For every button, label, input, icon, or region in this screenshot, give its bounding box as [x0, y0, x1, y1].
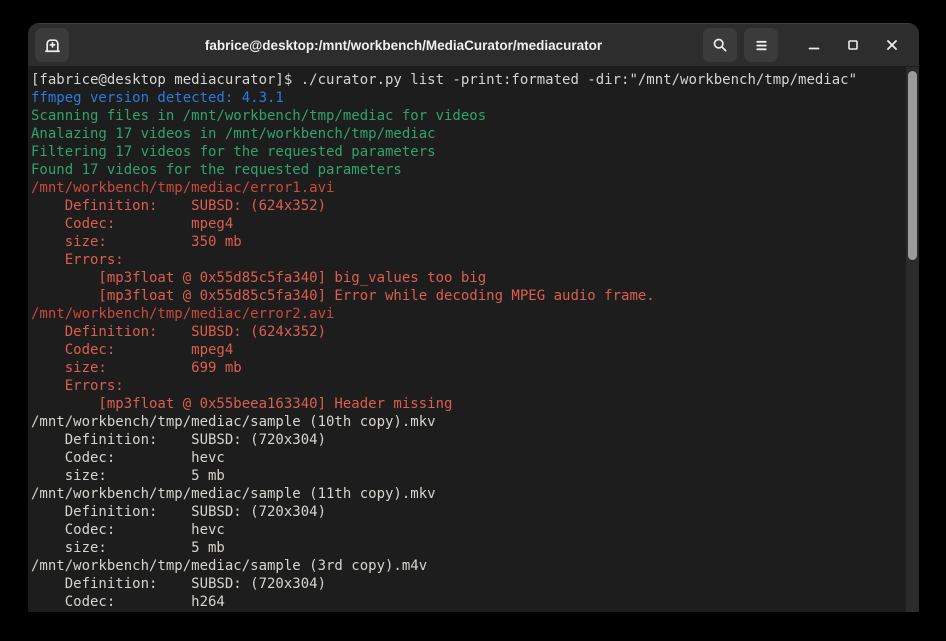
- terminal-line: Scanning files in /mnt/workbench/tmp/med…: [31, 107, 905, 125]
- terminal-line: Codec: h264: [31, 593, 905, 611]
- new-tab-icon: [44, 37, 61, 54]
- terminal-line: [mp3float @ 0x55d85c5fa340] big_values t…: [31, 269, 905, 287]
- terminal-line: [fabrice@desktop mediacurator]$ ./curato…: [31, 71, 905, 89]
- terminal-line: Definition: SUBSD: (720x304): [31, 431, 905, 449]
- terminal-line: Definition: SUBSD: (624x352): [31, 323, 905, 341]
- terminal-window: fabrice@desktop:/mnt/workbench/MediaCura…: [28, 23, 919, 612]
- terminal-line: size: 5 mb: [31, 467, 905, 485]
- terminal-line: /mnt/workbench/tmp/mediac/sample (10th c…: [31, 413, 905, 431]
- window-title: fabrice@desktop:/mnt/workbench/MediaCura…: [118, 23, 689, 67]
- maximize-button[interactable]: [836, 28, 870, 62]
- terminal-line: [mp3float @ 0x55beea163340] Header missi…: [31, 395, 905, 413]
- titlebar[interactable]: fabrice@desktop:/mnt/workbench/MediaCura…: [28, 23, 919, 67]
- terminal-line: /mnt/workbench/tmp/mediac/error1.avi: [31, 179, 905, 197]
- close-icon: [885, 38, 899, 52]
- terminal-output[interactable]: [fabrice@desktop mediacurator]$ ./curato…: [28, 67, 919, 612]
- terminal-line: Codec: hevc: [31, 449, 905, 467]
- terminal-line: /mnt/workbench/tmp/mediac/sample (3rd co…: [31, 557, 905, 575]
- terminal-line: Definition: SUBSD: (720x304): [31, 503, 905, 521]
- maximize-icon: [846, 38, 860, 52]
- terminal-line: [mp3float @ 0x55d85c5fa340] Error while …: [31, 287, 905, 305]
- terminal-line: /mnt/workbench/tmp/mediac/error2.avi: [31, 305, 905, 323]
- terminal-line: size: 350 mb: [31, 233, 905, 251]
- new-tab-button[interactable]: [35, 28, 69, 62]
- terminal-line: size: 699 mb: [31, 359, 905, 377]
- terminal-line: Filtering 17 videos for the requested pa…: [31, 143, 905, 161]
- terminal-line: Errors:: [31, 251, 905, 269]
- scrollbar-track[interactable]: [906, 67, 919, 612]
- minimize-button[interactable]: [797, 28, 831, 62]
- terminal-line: ffmpeg version detected: 4.3.1: [31, 89, 905, 107]
- terminal-line: Codec: mpeg4: [31, 341, 905, 359]
- terminal-line: Analazing 17 videos in /mnt/workbench/tm…: [31, 125, 905, 143]
- menu-button[interactable]: [744, 28, 778, 62]
- minimize-icon: [807, 38, 821, 52]
- scrollbar-thumb[interactable]: [908, 71, 917, 260]
- terminal-line: Found 17 videos for the requested parame…: [31, 161, 905, 179]
- terminal-line: /mnt/workbench/tmp/mediac/sample (11th c…: [31, 485, 905, 503]
- search-button[interactable]: [703, 28, 737, 62]
- terminal-line: Errors:: [31, 377, 905, 395]
- hamburger-menu-icon: [754, 38, 769, 53]
- terminal-line: Codec: hevc: [31, 521, 905, 539]
- terminal-line: Codec: mpeg4: [31, 215, 905, 233]
- terminal-line: Definition: SUBSD: (720x304): [31, 575, 905, 593]
- terminal-line: size: 5 mb: [31, 539, 905, 557]
- search-icon: [712, 37, 728, 53]
- close-button[interactable]: [875, 28, 909, 62]
- terminal-line: Definition: SUBSD: (624x352): [31, 197, 905, 215]
